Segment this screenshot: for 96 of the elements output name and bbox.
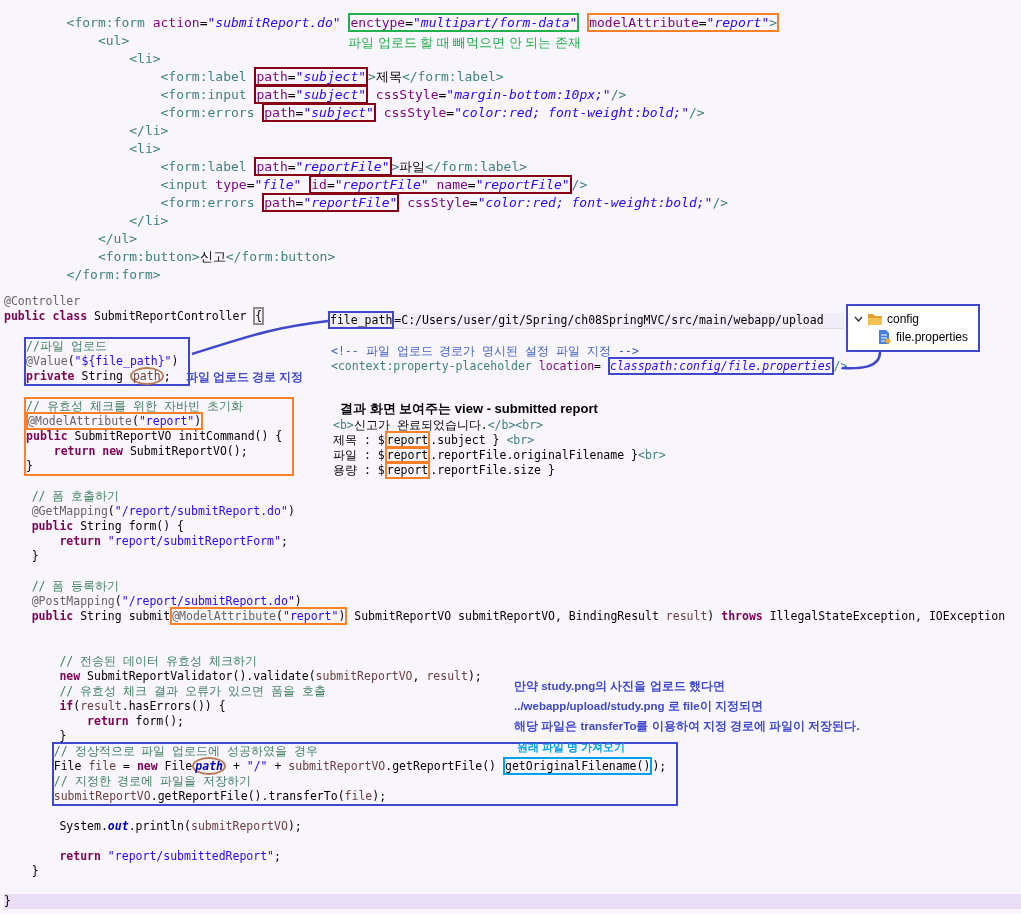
annotation-note: 원래 파일 명 가져오기 [516,740,626,755]
code-line: return form(); [86,714,184,728]
code-line: <li> [128,51,161,66]
code-line: // 폼 호출하기 [30,489,120,503]
code-text: 제목 : $ [333,433,385,447]
code-line: new SubmitReportValidator().validate(submitReportVO, result); [58,669,482,683]
code-line: // 지정한 경로에 파일을 저장하기 [53,774,252,788]
circled-code: path [192,757,226,775]
highlight-box: path="subject" [254,67,369,86]
highlight-box: getOriginalFilename() [502,757,653,775]
annotation-note: 만약 study.png의 사진을 업로드 했다면 [514,679,726,694]
code-text: ); [652,759,667,773]
code-text: cssStyle="color:red; font-weight:bold;"/> [406,195,729,210]
code-text: <context:property-placeholder location= [331,359,603,373]
code-line: } [58,729,67,743]
circled-code: path [129,367,164,385]
code-line: // 폼 등록하기 [30,579,120,593]
code-line: System.out.println(submitReportVO); [58,819,302,833]
code-text: >제목</form:label> [368,69,504,84]
code-line: @Value("${file_path}") [26,354,179,368]
code-text: File file = new File [53,759,193,773]
code-text: + "/" + submitReportVO.getReportFile() [231,759,498,773]
highlight-box: report [384,446,431,464]
code-text: cssStyle="margin-bottom:10px;"/> [374,87,627,102]
code-line: @PostMapping("/report/submitReport.do") [30,594,302,608]
annotation-heading: 결과 화면 보여주는 view - submitted report [340,400,598,418]
highlight-box: path="reportFile" [254,157,392,176]
highlight-box: @ModelAttribute("report") [170,607,348,625]
code-line: <!-- 파일 업로드 경로가 명시된 설정 파일 지정 --> [331,344,639,358]
code-text: <form:label [159,69,248,84]
code-line: return "report/submittedReport"; [58,849,281,863]
highlight-box: report [384,461,431,479]
highlight-box: report [384,431,431,449]
code-line: } [30,549,39,563]
highlight-box: enctype="multipart/form-data" [348,13,580,32]
highlight-box: id="reportFile" name="reportFile" [309,175,572,194]
code-line: <form:button>신고</form:button> [96,249,336,264]
code-text: public class SubmitReportController [4,309,248,323]
code-text: /> [571,177,588,192]
code-text: <form:errors [159,195,256,210]
highlight-box: path="reportFile" [262,193,400,212]
code-text: <form:input [159,87,248,102]
code-text: ; [163,369,171,383]
folder-icon [867,312,883,326]
highlight-box: file_path [328,311,395,329]
code-text: <form:form action="submitReport.do" [65,15,342,30]
highlight-box: path="subject" [262,103,376,122]
code-text: 파일 : $ [333,448,385,462]
code-text: .subject } <br> [430,433,535,447]
code-text: =C:/Users/user/git/Spring/ch08SpringMVC/src/main/webapp/upload [394,313,824,327]
code-line: } [26,459,33,473]
code-line: return "report/submitReportForm"; [58,534,288,548]
code-line: if(result.hasErrors()) { [58,699,226,713]
code-line: @GetMapping("/report/submitReport.do") [30,504,295,518]
code-line: <b>신고가 완료되었습니다.</b><br> [333,418,544,432]
highlight-box: classpath:config/file.properties [607,357,834,375]
code-text: <form:errors [159,105,256,120]
expand-caret-icon[interactable] [854,316,863,322]
code-line: // 전송된 데이터 유효성 체크하기 [58,654,257,668]
code-line: return new SubmitReportVO(); [52,444,248,458]
code-line: @Controller [4,294,81,308]
code-line: </li> [128,123,169,138]
highlight-box: path="subject" [254,85,369,104]
highlight-box: @ModelAttribute("report") [26,412,204,430]
annotation-note: 해당 파일은 transferTo를 이용하여 지정 경로에 파일이 저장된다. [514,719,860,734]
code-line: // 정상적으로 파일 업로드에 성공하였을 경우 [53,744,319,758]
code-text: 용량 : $ [333,463,385,477]
file-icon [876,330,892,344]
highlight-box: { [253,307,265,325]
highlight-box: modelAttribute="report"> [587,13,780,32]
annotation-note: 파일 업로드 할 때 빼먹으면 안 되는 존재 [348,35,581,52]
code-line: // 유효성 체크 결과 오류가 있으면 폼을 호출 [58,684,326,698]
code-text: public String submit [30,609,171,623]
code-text: .reportFile.originalFilename }<br> [430,448,666,462]
code-line: submitReportVO.getReportFile().transferTo(file); [53,789,387,803]
code-line: <li> [128,141,161,156]
code-line: //파일 업로드 [26,339,107,353]
code-line: </form:form> [65,267,161,282]
code-text: >파일</form:label> [391,159,528,174]
code-text: cssStyle="color:red; font-weight:bold;"/> [382,105,705,120]
code-text: SubmitReportVO submitReportVO, BindingResult result) throws IllegalStateException, IOException [353,609,1006,623]
code-line: // 유효성 체크를 위한 자바빈 초기화 [26,399,243,413]
code-text: private String [26,369,124,383]
tree-item[interactable]: file.properties [896,330,969,344]
annotation-note: ../webapp/upload/study.png 로 file이 지정되면 [514,699,764,714]
code-text: <form:label [159,159,248,174]
code-line: public SubmitReportVO initCommand() { [26,429,283,443]
code-text: <input type="file" [159,177,303,192]
code-line: } [30,864,39,878]
code-line: </ul> [96,231,138,246]
code-text: .reportFile.size } [430,463,555,477]
code-line: } [4,894,11,908]
code-line: <ul> [96,33,130,48]
code-line: public String form() { [30,519,185,533]
tree-item[interactable]: config [887,312,920,326]
code-line: </li> [128,213,169,228]
